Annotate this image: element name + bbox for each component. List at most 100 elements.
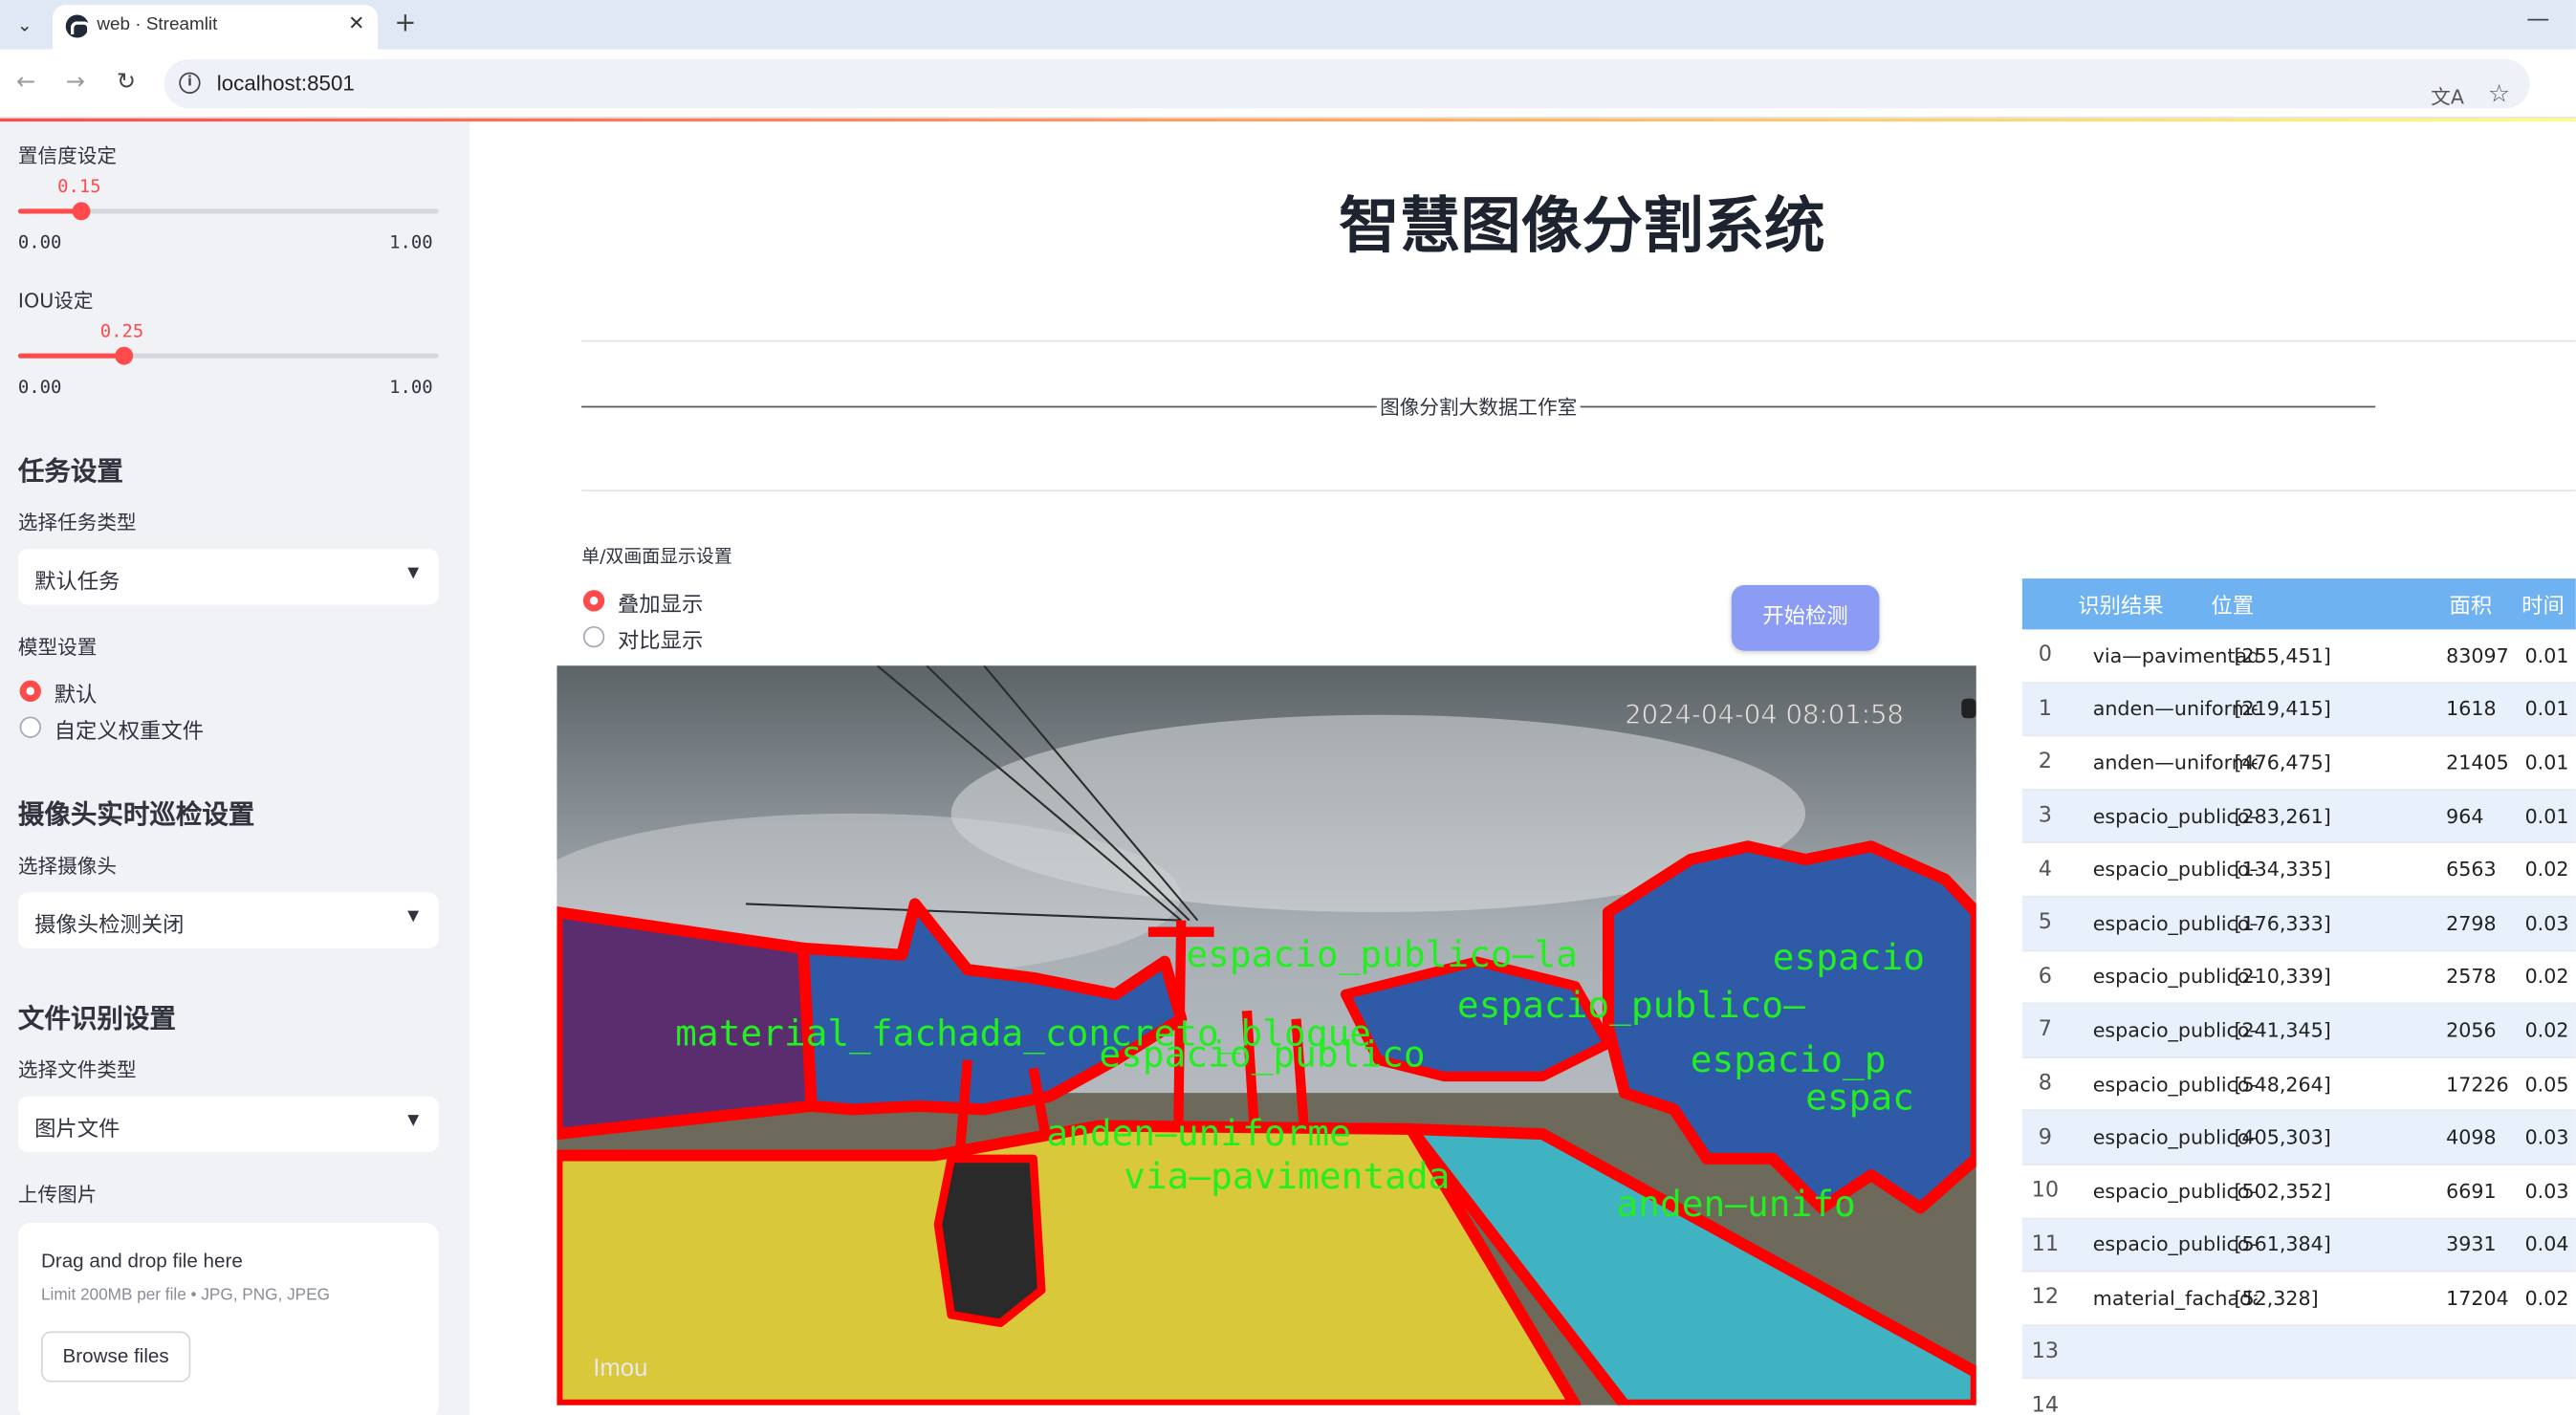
cell-result: anden—uniforme	[2092, 751, 2258, 774]
start-detection-button[interactable]: 开始检测	[1731, 584, 1880, 651]
task-section-heading: 任务设置	[17, 455, 123, 487]
cell-area: 17226	[2446, 1072, 2509, 1096]
radio-unselected-icon	[582, 625, 605, 648]
address-bar: ← → ↻ i localhost:8501 文A ☆	[0, 49, 2576, 119]
cell-result: espacio_publico—arbol_poste	[2092, 804, 2258, 828]
cell-area	[2446, 1326, 2528, 1378]
chevron-down-icon: ▼	[407, 908, 420, 925]
tab-search-chevron-icon[interactable]: ⌄	[9, 9, 41, 41]
header-area[interactable]: 面积	[2450, 578, 2532, 629]
task-type-value: 默认任务	[34, 570, 120, 596]
table-row[interactable]: 1 anden—uniforme [219,415] 1618 0.01	[2021, 683, 2576, 737]
studio-text: 图像分割大数据工作室	[1380, 395, 1578, 419]
row-index: 1	[2038, 696, 2053, 722]
dropzone-title: Drag and drop file here	[40, 1249, 243, 1273]
camera-select[interactable]: 摄像头检测关闭 ▼	[17, 892, 439, 948]
table-row[interactable]: 11 espacio_publico—arbol[561,384] 3931 0.04	[2021, 1218, 2576, 1273]
cell-result: espacio_publico—arbol	[2092, 1125, 2258, 1149]
cell-area: 2578	[2446, 965, 2497, 989]
cell-result: material_fachada_concreto_bloque	[2092, 1286, 2258, 1310]
cell-position	[2234, 1326, 2439, 1378]
overlay-label: anden—unifo	[1617, 1183, 1856, 1225]
cell-area: 6691	[2446, 1179, 2497, 1203]
cell-area: 21405	[2446, 751, 2509, 774]
new-tab-plus-icon[interactable]: +	[394, 7, 416, 38]
table-row[interactable]: 0 via—pavimentada [255,451] 83097 0.01	[2021, 629, 2576, 684]
table-row[interactable]: 9 espacio_publico—arbol[405,303] 4098 0.03	[2021, 1111, 2576, 1165]
row-index: 0	[2038, 642, 2053, 668]
file-dropzone[interactable]: Drag and drop file here Limit 200MB per …	[17, 1222, 439, 1415]
table-row[interactable]: 13	[2021, 1325, 2576, 1380]
cell-time: 0.02	[2524, 858, 2569, 882]
camera-timestamp: 2024-04-04 08:01:58	[1625, 699, 1904, 729]
site-info-icon[interactable]: i	[179, 72, 201, 94]
browser-tab-bar: ⌄ web · Streamlit ✕ + —	[0, 0, 2576, 50]
task-type-select[interactable]: 默认任务 ▼	[17, 549, 439, 605]
file-type-value: 图片文件	[34, 1117, 120, 1143]
cell-position	[2234, 1380, 2439, 1415]
table-row[interactable]: 7 espacio_publico—arbol[241,345] 2056 0.02	[2021, 1004, 2576, 1058]
confidence-max: 1.00	[389, 231, 433, 253]
cell-area: 2056	[2446, 1018, 2497, 1042]
translate-icon[interactable]: 文A	[2431, 82, 2464, 110]
table-header-row: 识别结果 位置 面积 时间	[2021, 578, 2576, 630]
overlay-label: espacio_publico—la	[1186, 933, 1577, 976]
table-row[interactable]: 4 espacio_publico—arbol[134,335] 6563 0.02	[2021, 843, 2576, 898]
table-row[interactable]: 10 espacio_publico—arbol[502,352] 6691 0.03	[2021, 1165, 2576, 1219]
confidence-slider[interactable]	[17, 202, 439, 221]
display-mode-label-text: 对比显示	[617, 629, 704, 655]
cell-area: 1618	[2446, 697, 2497, 721]
header-position[interactable]: 位置	[2211, 578, 2416, 629]
divider	[581, 339, 2576, 342]
cell-position: [283,261]	[2234, 804, 2331, 828]
iou-slider[interactable]	[17, 346, 439, 365]
cell-time: 0.02	[2524, 1286, 2569, 1310]
cell-area: 83097	[2446, 643, 2509, 667]
url-field[interactable]: i localhost:8501 文A ☆	[164, 58, 2530, 110]
camera-label: 选择摄像头	[17, 854, 118, 878]
cell-result: espacio_publico—arbol	[2092, 1179, 2258, 1203]
camera-corner-object	[1961, 698, 1976, 719]
header-time[interactable]: 时间	[2521, 578, 2576, 629]
cell-area	[2446, 1380, 2528, 1415]
forward-arrow-icon[interactable]: →	[66, 69, 85, 96]
minimize-icon[interactable]: —	[2526, 7, 2549, 33]
table-row[interactable]: 3 espacio_publico—arbol_poste[283,261] 964…	[2021, 790, 2576, 844]
row-index: 5	[2038, 910, 2053, 936]
cell-time: 0.01	[2524, 804, 2569, 828]
model-option-label: 默认	[54, 684, 98, 708]
table-row[interactable]: 6 espacio_publico—arbol[210,339] 2578 0.02	[2021, 951, 2576, 1005]
cell-result: espacio_publico—arbol	[2092, 858, 2258, 882]
cell-position: [405,303]	[2234, 1125, 2331, 1149]
table-row[interactable]: 8 espacio_publico—arbol[548,264] 17226 0.05	[2021, 1058, 2576, 1112]
overlay-label: espacio	[1773, 936, 1925, 978]
cell-time	[2525, 1380, 2576, 1415]
cell-time: 0.02	[2524, 1018, 2569, 1042]
file-type-select[interactable]: 图片文件 ▼	[17, 1096, 439, 1153]
cell-position: [52,328]	[2234, 1286, 2319, 1310]
sidebar: 置信度设定 0.15 0.00 1.00 IOU设定 0.25 0.00 1.0…	[0, 121, 470, 1415]
table-row[interactable]: 5 espacio_publico—arbol[176,333] 2798 0.03	[2021, 897, 2576, 951]
file-type-label: 选择文件类型	[17, 1058, 137, 1082]
browser-tab[interactable]: web · Streamlit ✕	[52, 5, 379, 50]
cell-time: 0.03	[2524, 1179, 2569, 1203]
bookmark-star-icon[interactable]: ☆	[2488, 79, 2510, 109]
confidence-min: 0.00	[17, 231, 62, 253]
table-row[interactable]: 14	[2022, 1380, 2576, 1415]
table-row[interactable]: 2 anden—uniforme [476,475] 21405 0.01	[2021, 736, 2576, 791]
row-index: 7	[2038, 1017, 2053, 1043]
iou-label: IOU设定	[17, 289, 94, 313]
cell-position: [210,339]	[2234, 965, 2331, 989]
confidence-slider-thumb[interactable]	[72, 202, 91, 221]
reload-icon[interactable]: ↻	[117, 69, 136, 96]
confidence-value: 0.15	[57, 175, 101, 198]
browse-files-button[interactable]: Browse files	[40, 1331, 191, 1382]
file-section-heading: 文件识别设置	[17, 1002, 176, 1034]
radio-selected-icon	[19, 680, 41, 703]
row-index: 10	[2031, 1178, 2060, 1204]
close-icon[interactable]: ✕	[348, 11, 364, 34]
iou-slider-thumb[interactable]	[115, 346, 134, 365]
confidence-slider-fill	[17, 208, 81, 214]
back-arrow-icon[interactable]: ←	[16, 69, 35, 96]
table-row[interactable]: 12 material_fachada_concreto_bloque[52,32…	[2021, 1273, 2576, 1326]
